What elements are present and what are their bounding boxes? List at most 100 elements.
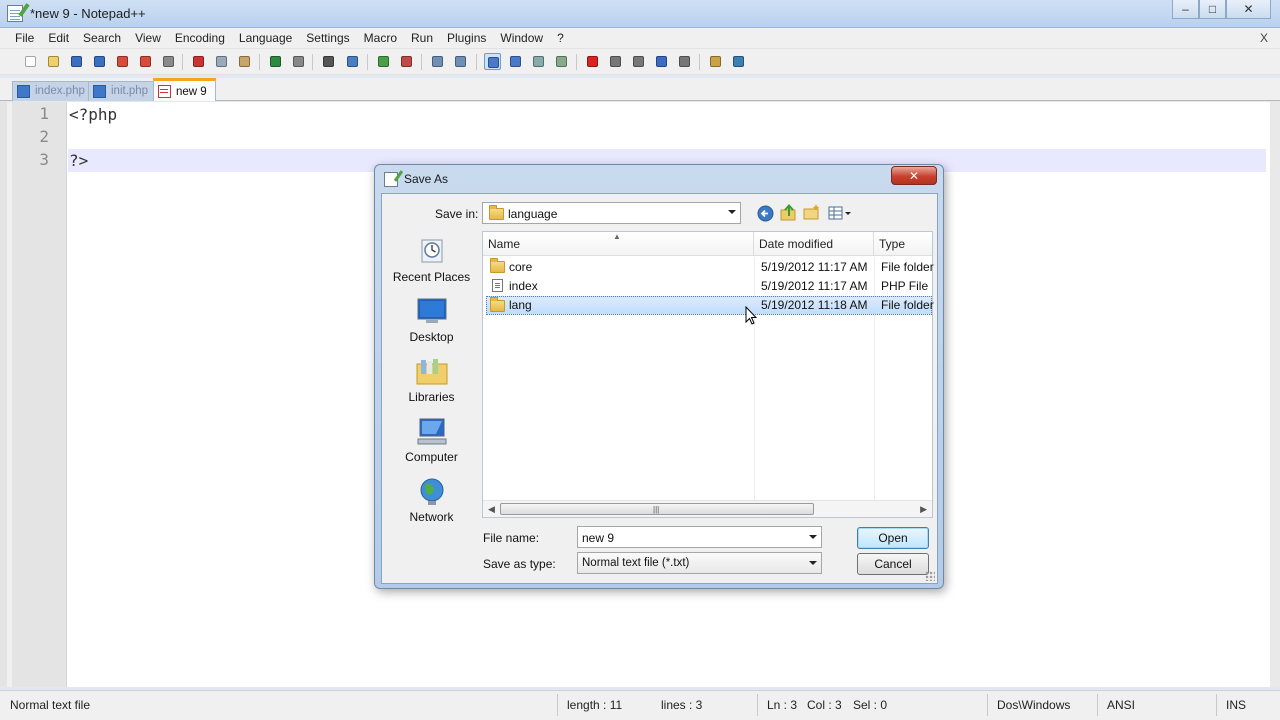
file-row-lang[interactable]: lang 5/19/2012 11:18 AM File folder — [486, 296, 934, 315]
redo-icon[interactable] — [290, 53, 307, 70]
file-name-value: new 9 — [582, 531, 615, 545]
scroll-left-icon[interactable]: ◀ — [488, 504, 495, 515]
new-file-icon[interactable] — [22, 53, 39, 70]
menu-view[interactable]: View — [128, 29, 168, 47]
toolbar-separator — [182, 54, 183, 70]
save-macro-icon[interactable] — [676, 53, 693, 70]
folder-icon — [490, 297, 505, 312]
horizontal-scrollbar[interactable]: ◀ ||| ▶ — [483, 500, 932, 517]
copy-icon[interactable] — [213, 53, 230, 70]
file-type: File folder — [881, 260, 934, 274]
user-lang-icon[interactable] — [553, 53, 570, 70]
menu-macro[interactable]: Macro — [357, 29, 404, 47]
column-header-name[interactable]: Name ▲ — [483, 232, 754, 256]
menu-window[interactable]: Window — [493, 29, 550, 47]
file-date: 5/19/2012 11:18 AM — [761, 298, 868, 312]
file-date: 5/19/2012 11:17 AM — [761, 260, 868, 274]
status-mode: INS — [1226, 698, 1247, 712]
close-icon[interactable] — [114, 53, 131, 70]
stop-macro-icon[interactable] — [607, 53, 624, 70]
save-as-type-dropdown[interactable]: Normal text file (*.txt) — [577, 552, 822, 574]
place-libraries[interactable]: Libraries — [385, 356, 478, 414]
menu-encoding[interactable]: Encoding — [168, 29, 232, 47]
menu-plugins[interactable]: Plugins — [440, 29, 493, 47]
place-recent-places[interactable]: Recent Places — [385, 236, 478, 294]
find-icon[interactable] — [320, 53, 337, 70]
resize-grip-icon[interactable] — [925, 571, 935, 581]
show-all-chars-icon[interactable] — [507, 53, 524, 70]
column-header-type[interactable]: Type — [874, 232, 932, 256]
code-line[interactable] — [68, 126, 1266, 149]
column-header-label: Date modified — [759, 237, 834, 251]
paste-icon[interactable] — [236, 53, 253, 70]
column-header-label: Name — [488, 237, 521, 251]
word-wrap-icon[interactable] — [484, 53, 501, 70]
file-row-core[interactable]: core 5/19/2012 11:17 AM File folder — [486, 258, 934, 277]
spellcheck-icon[interactable] — [730, 53, 747, 70]
close-button[interactable]: ✕ — [1226, 0, 1271, 19]
tab-new-9[interactable]: new 9 — [153, 78, 216, 101]
place-label: Libraries — [408, 390, 455, 404]
sync-horizontal-icon[interactable] — [452, 53, 469, 70]
toolbar — [0, 49, 1280, 75]
save-icon[interactable] — [68, 53, 85, 70]
file-row-index[interactable]: index 5/19/2012 11:17 AM PHP File — [486, 277, 932, 296]
tab-index-php[interactable]: index.php — [12, 81, 92, 101]
menu-settings[interactable]: Settings — [299, 29, 356, 47]
status-encoding: ANSI — [1107, 694, 1217, 716]
place-desktop[interactable]: Desktop — [385, 296, 478, 354]
notepadpp-icon[interactable] — [7, 5, 23, 22]
menu-file[interactable]: File — [8, 29, 41, 47]
launch-browser-icon[interactable] — [707, 53, 724, 70]
view-menu-icon[interactable] — [828, 205, 853, 222]
file-name-input[interactable]: new 9 — [577, 526, 822, 548]
file-name: lang — [509, 298, 532, 312]
tab-init-php[interactable]: init.php — [88, 81, 156, 101]
close-all-icon[interactable] — [137, 53, 154, 70]
dialog-close-button[interactable]: ✕ — [891, 166, 937, 185]
run-macro-multiple-icon[interactable] — [653, 53, 670, 70]
open-file-icon[interactable] — [45, 53, 62, 70]
file-list[interactable]: Name ▲ Date modified Type core 5/19/2012… — [482, 231, 934, 518]
place-network[interactable]: Network — [385, 476, 478, 534]
chevron-down-icon[interactable] — [809, 535, 817, 539]
up-folder-icon[interactable] — [780, 204, 797, 221]
replace-icon[interactable] — [344, 53, 361, 70]
save-in-dropdown[interactable]: language — [482, 202, 741, 224]
cut-icon[interactable] — [190, 53, 207, 70]
column-header-date[interactable]: Date modified — [754, 232, 874, 256]
close-document-button[interactable]: X — [1260, 31, 1268, 45]
scroll-right-icon[interactable]: ▶ — [920, 504, 927, 515]
save-as-dialog: Save As ✕ Save in: language Recent Place… — [374, 164, 944, 589]
tab-label: init.php — [111, 85, 149, 97]
scrollbar-thumb[interactable]: ||| — [500, 503, 814, 515]
zoom-out-icon[interactable] — [398, 53, 415, 70]
new-folder-icon[interactable] — [803, 204, 820, 221]
status-sel: Sel : 0 — [853, 694, 988, 716]
place-label: Desktop — [409, 330, 454, 344]
save-all-icon[interactable] — [91, 53, 108, 70]
menu-language[interactable]: Language — [232, 29, 299, 47]
sync-vertical-icon[interactable] — [429, 53, 446, 70]
code-line[interactable]: <?php — [68, 103, 1266, 126]
menu-search[interactable]: Search — [76, 29, 128, 47]
minimize-button[interactable]: – — [1172, 0, 1199, 19]
print-icon[interactable] — [160, 53, 177, 70]
indent-guide-icon[interactable] — [530, 53, 547, 70]
menu-help[interactable]: ? — [550, 29, 571, 47]
toolbar-separator — [476, 54, 477, 70]
recent-places-icon — [421, 239, 443, 263]
menu-edit[interactable]: Edit — [41, 29, 76, 47]
vertical-scrollbar[interactable] — [1270, 102, 1280, 687]
menu-run[interactable]: Run — [404, 29, 440, 47]
maximize-button[interactable]: □ — [1199, 0, 1226, 19]
place-computer[interactable]: Computer — [385, 416, 478, 474]
back-arrow-icon[interactable] — [757, 205, 774, 222]
play-macro-icon[interactable] — [630, 53, 647, 70]
desktop-icon — [417, 298, 447, 323]
zoom-in-icon[interactable] — [375, 53, 392, 70]
open-button[interactable]: Open — [857, 527, 929, 549]
record-macro-icon[interactable] — [584, 53, 601, 70]
undo-icon[interactable] — [267, 53, 284, 70]
cancel-button[interactable]: Cancel — [857, 553, 929, 575]
